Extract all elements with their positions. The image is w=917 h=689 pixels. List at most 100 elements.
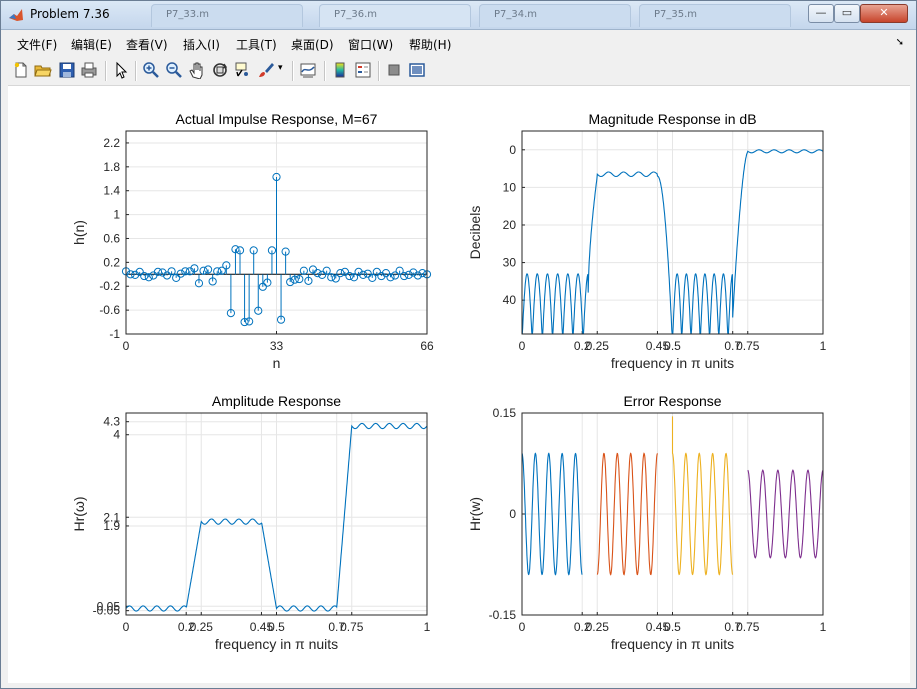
close-button[interactable]: ✕ bbox=[860, 4, 908, 23]
print-icon[interactable] bbox=[80, 61, 98, 79]
background-tab: P7_35.m bbox=[639, 4, 791, 27]
x-axis-label: frequency in π units bbox=[611, 636, 734, 652]
y-tick-label: 10 bbox=[503, 180, 517, 194]
x-tick-label: 66 bbox=[420, 339, 434, 353]
y-tick-label: 1.8 bbox=[103, 160, 120, 174]
menu-bar: 文件(F) 编辑(E) 查看(V) 插入(I) 工具(T) 桌面(D) 窗口(W… bbox=[8, 33, 910, 55]
y-axis-label: Hr(ω) bbox=[71, 496, 87, 531]
y-tick-label: 0.05 bbox=[97, 599, 121, 613]
new-figure-icon[interactable] bbox=[12, 61, 30, 79]
x-tick-label: 0.25 bbox=[586, 620, 610, 634]
toolbar-separator bbox=[378, 61, 380, 81]
minimize-button[interactable]: — bbox=[808, 4, 834, 23]
zoom-out-icon[interactable] bbox=[165, 61, 183, 79]
x-tick-label: 0.5 bbox=[664, 339, 681, 353]
background-tab: P7_34.m bbox=[479, 4, 631, 27]
rotate-3d-icon[interactable] bbox=[211, 61, 229, 79]
menu-window[interactable]: 窗口(W) bbox=[348, 36, 393, 53]
x-axis-label: n bbox=[273, 355, 281, 371]
x-tick-label: 0 bbox=[123, 620, 130, 634]
y-tick-label: 0 bbox=[509, 507, 516, 521]
brush-icon[interactable] bbox=[257, 61, 275, 79]
x-tick-label: 0.5 bbox=[268, 620, 285, 634]
title-bar[interactable]: Problem 7.36 P7_33.m P7_36.m P7_34.m P7_… bbox=[1, 1, 916, 30]
figure-window: Problem 7.36 P7_33.m P7_36.m P7_34.m P7_… bbox=[0, 0, 917, 689]
toolbar-separator bbox=[292, 61, 294, 81]
menu-desktop[interactable]: 桌面(D) bbox=[291, 36, 334, 53]
x-tick-label: 0 bbox=[123, 339, 130, 353]
x-tick-label: 1 bbox=[820, 339, 827, 353]
y-tick-label: 4 bbox=[113, 428, 120, 442]
x-tick-label: 0.75 bbox=[340, 620, 364, 634]
menu-view[interactable]: 查看(V) bbox=[126, 36, 168, 53]
save-icon[interactable] bbox=[58, 61, 76, 79]
y-tick-label: 4.3 bbox=[103, 415, 120, 429]
show-plot-tools-icon[interactable] bbox=[408, 61, 426, 79]
y-tick-label: -0.2 bbox=[99, 279, 120, 293]
toolbar-separator bbox=[105, 61, 107, 81]
background-tab: P7_36.m bbox=[319, 4, 471, 27]
hide-plot-tools-icon[interactable] bbox=[385, 61, 403, 79]
restore-button[interactable]: ▭ bbox=[834, 4, 860, 23]
brush-dropdown-icon[interactable]: ▾ bbox=[278, 63, 286, 81]
y-tick-label: 30 bbox=[503, 256, 517, 270]
y-axis-label: h(n) bbox=[71, 220, 87, 245]
x-tick-label: 0 bbox=[519, 339, 526, 353]
x-tick-label: 1 bbox=[820, 620, 827, 634]
menu-expand-icon[interactable]: ➘ bbox=[896, 37, 904, 48]
y-tick-label: -0.6 bbox=[99, 303, 120, 317]
pointer-icon[interactable] bbox=[112, 61, 130, 79]
y-tick-label: -0.15 bbox=[489, 608, 517, 622]
x-tick-label: 1 bbox=[424, 620, 431, 634]
y-tick-label: 0 bbox=[509, 143, 516, 157]
x-tick-label: 0.75 bbox=[736, 620, 760, 634]
menu-insert[interactable]: 插入(I) bbox=[183, 36, 220, 53]
y-tick-label: -1 bbox=[109, 327, 120, 341]
zoom-in-icon[interactable] bbox=[142, 61, 160, 79]
y-tick-label: 40 bbox=[503, 293, 517, 307]
y-tick-label: 2.2 bbox=[103, 136, 120, 150]
data-cursor-icon[interactable] bbox=[234, 61, 252, 79]
figure-canvas: 0 33 66 -1 -0.6 -0.2 0.2 0.6 1 1.4 1.8 2.2 Actual Im… bbox=[8, 86, 910, 683]
x-tick-label: 0.5 bbox=[664, 620, 681, 634]
y-tick-label: 0.6 bbox=[103, 231, 120, 245]
y-tick-label: 20 bbox=[503, 218, 517, 232]
x-tick-label: 33 bbox=[270, 339, 284, 353]
y-tick-label: 2.1 bbox=[103, 510, 120, 524]
axes-title: Magnitude Response in dB bbox=[588, 111, 756, 127]
figure-toolbar: ▾ bbox=[8, 57, 910, 86]
subplot-3: 0 0.20.25 0.450.5 0.70.75 1-0.050.051.92.144… bbox=[71, 393, 431, 652]
x-tick-label: 0.25 bbox=[190, 620, 214, 634]
menu-help[interactable]: 帮助(H) bbox=[409, 36, 451, 53]
figure-plots: 0 33 66 -1 -0.6 -0.2 0.2 0.6 1 1.4 1.8 2.2 Actual Im… bbox=[71, 111, 827, 652]
x-axis-label: frequency in π units bbox=[611, 355, 734, 371]
matlab-logo-icon bbox=[9, 9, 23, 21]
axes-title: Error Response bbox=[623, 393, 721, 409]
subplot-1: 0 33 66 -1 -0.6 -0.2 0.2 0.6 1 1.4 1.8 2.2 Actual Im… bbox=[71, 111, 434, 371]
y-tick-label: 1 bbox=[113, 208, 120, 222]
y-tick-label: 0.2 bbox=[103, 255, 120, 269]
toolbar-separator bbox=[324, 61, 326, 81]
toolbar-separator bbox=[135, 61, 137, 81]
window-title: Problem 7.36 bbox=[30, 7, 110, 21]
colorbar-icon[interactable] bbox=[331, 61, 349, 79]
y-tick-label: 1.4 bbox=[103, 184, 120, 198]
y-axis-label: Hr(w) bbox=[467, 497, 483, 531]
x-tick-label: 0.75 bbox=[736, 339, 760, 353]
axes-title: Actual Impulse Response, M=67 bbox=[176, 111, 378, 127]
x-tick-label: 0 bbox=[519, 620, 526, 634]
pan-hand-icon[interactable] bbox=[188, 61, 206, 79]
menu-edit[interactable]: 编辑(E) bbox=[71, 36, 112, 53]
subplot-4: 0 0.20.25 0.450.5 0.70.75 1-0.1500.15Error R… bbox=[467, 393, 827, 652]
x-tick-label: 0.25 bbox=[586, 339, 610, 353]
menu-file[interactable]: 文件(F) bbox=[17, 36, 57, 53]
axes-title: Amplitude Response bbox=[212, 393, 341, 409]
background-tab: P7_33.m bbox=[151, 4, 303, 27]
x-axis-label: frequency in π nuits bbox=[215, 636, 338, 652]
legend-icon[interactable] bbox=[354, 61, 372, 79]
y-tick-label: 0.15 bbox=[493, 406, 517, 420]
link-plot-icon[interactable] bbox=[299, 61, 317, 79]
open-file-icon[interactable] bbox=[34, 61, 52, 79]
y-axis-label: Decibels bbox=[467, 206, 483, 260]
menu-tools[interactable]: 工具(T) bbox=[236, 36, 277, 53]
